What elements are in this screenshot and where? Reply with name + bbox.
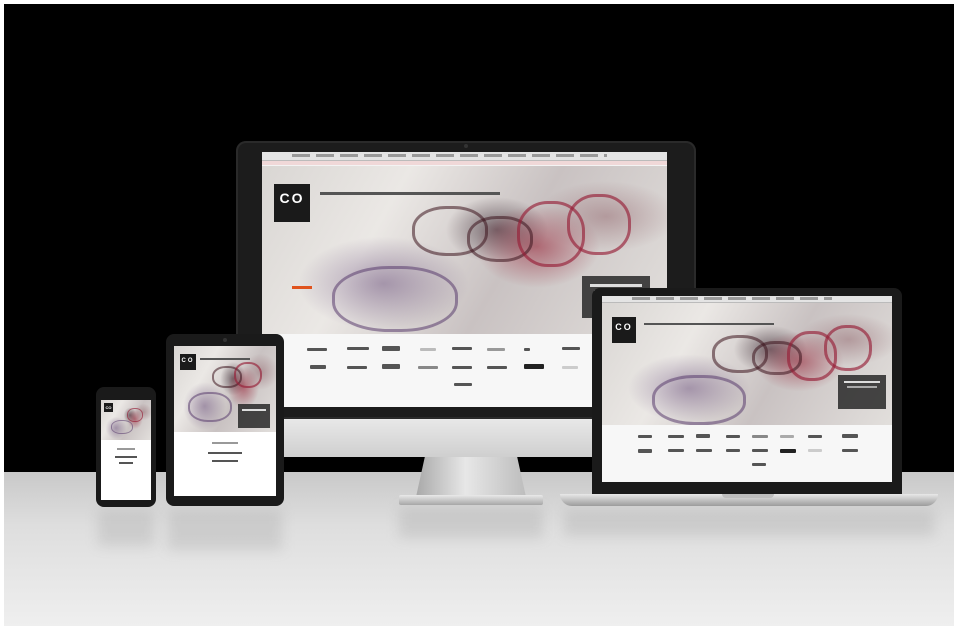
brand-logo[interactable]	[808, 449, 822, 452]
brand-logo[interactable]	[780, 435, 794, 438]
phone-screen: CO	[101, 400, 151, 500]
site-logo[interactable]: CO	[274, 184, 310, 222]
brand-logo[interactable]	[668, 449, 684, 452]
brand-logo[interactable]	[808, 435, 822, 438]
brand-logo[interactable]	[420, 348, 436, 351]
site-logo[interactable]: CO	[104, 403, 113, 412]
brand-logo[interactable]	[347, 347, 369, 350]
phone-page-body	[101, 440, 151, 500]
brand-logo[interactable]	[487, 348, 505, 351]
brand-logo[interactable]	[752, 449, 768, 452]
brand-logo[interactable]	[842, 449, 858, 452]
brand-logo[interactable]	[310, 365, 326, 369]
brand-logo[interactable]	[524, 364, 544, 369]
imac-camera-icon	[464, 144, 468, 148]
brand-logo[interactable]	[454, 383, 472, 386]
brand-logo[interactable]	[382, 346, 400, 351]
tablet-camera-icon	[223, 338, 227, 342]
brand-logo[interactable]	[418, 366, 438, 369]
device-mockup-scene: CO CO CO CO	[4, 4, 954, 626]
brand-logo[interactable]	[562, 366, 578, 369]
browser-toolbar	[602, 296, 892, 303]
imac-stand	[416, 457, 526, 497]
brand-logo[interactable]	[752, 435, 768, 438]
brand-logo[interactable]	[726, 435, 740, 438]
laptop-opening-notch	[722, 494, 774, 498]
promo-box[interactable]	[838, 375, 886, 409]
brand-logo[interactable]	[208, 452, 242, 454]
browser-address-bar	[262, 161, 667, 165]
brand-logo[interactable]	[119, 462, 133, 464]
brand-logos-row	[602, 425, 892, 482]
site-nav-links[interactable]	[644, 323, 774, 325]
brand-logo[interactable]	[524, 348, 530, 351]
logo-text: CO	[105, 405, 112, 410]
brand-logo[interactable]	[668, 435, 684, 438]
brand-logo[interactable]	[452, 347, 472, 350]
brand-logo[interactable]	[696, 434, 710, 438]
brand-logo[interactable]	[696, 449, 712, 452]
brand-logo[interactable]	[752, 463, 766, 466]
promo-box[interactable]	[238, 404, 270, 428]
brand-logo[interactable]	[842, 434, 858, 438]
tablet-screen: CO	[174, 346, 276, 496]
brand-logo[interactable]	[487, 366, 507, 369]
imac-stand-base	[399, 495, 543, 505]
tablet-page-body	[174, 432, 276, 496]
phone-reflection	[98, 510, 154, 546]
laptop-reflection	[564, 510, 934, 536]
site-logo[interactable]: CO	[180, 354, 196, 370]
hero-image: CO	[174, 346, 276, 432]
brand-logo[interactable]	[115, 456, 137, 458]
hero-image: CO	[101, 400, 151, 440]
logo-text: CO	[615, 322, 633, 332]
brand-logo[interactable]	[347, 366, 367, 369]
hero-image: CO	[602, 303, 892, 425]
imac-reflection	[399, 508, 543, 538]
brand-logo[interactable]	[452, 366, 472, 369]
logo-text: CO	[279, 190, 305, 206]
site-nav-links[interactable]	[200, 358, 250, 360]
brand-logo[interactable]	[726, 449, 740, 452]
site-logo[interactable]: CO	[612, 317, 636, 343]
brand-logo[interactable]	[638, 435, 652, 438]
brand-logo[interactable]	[307, 348, 327, 351]
laptop-screen: CO	[602, 296, 892, 482]
logo-text: CO	[181, 358, 195, 364]
brand-logo[interactable]	[212, 460, 238, 462]
brand-logo[interactable]	[562, 347, 580, 350]
browser-toolbar	[262, 152, 667, 161]
tablet-reflection	[168, 510, 282, 550]
brand-logo[interactable]	[382, 364, 400, 369]
brand-logo[interactable]	[638, 449, 652, 453]
brand-logo[interactable]	[780, 449, 796, 453]
site-nav-links[interactable]	[320, 192, 500, 195]
